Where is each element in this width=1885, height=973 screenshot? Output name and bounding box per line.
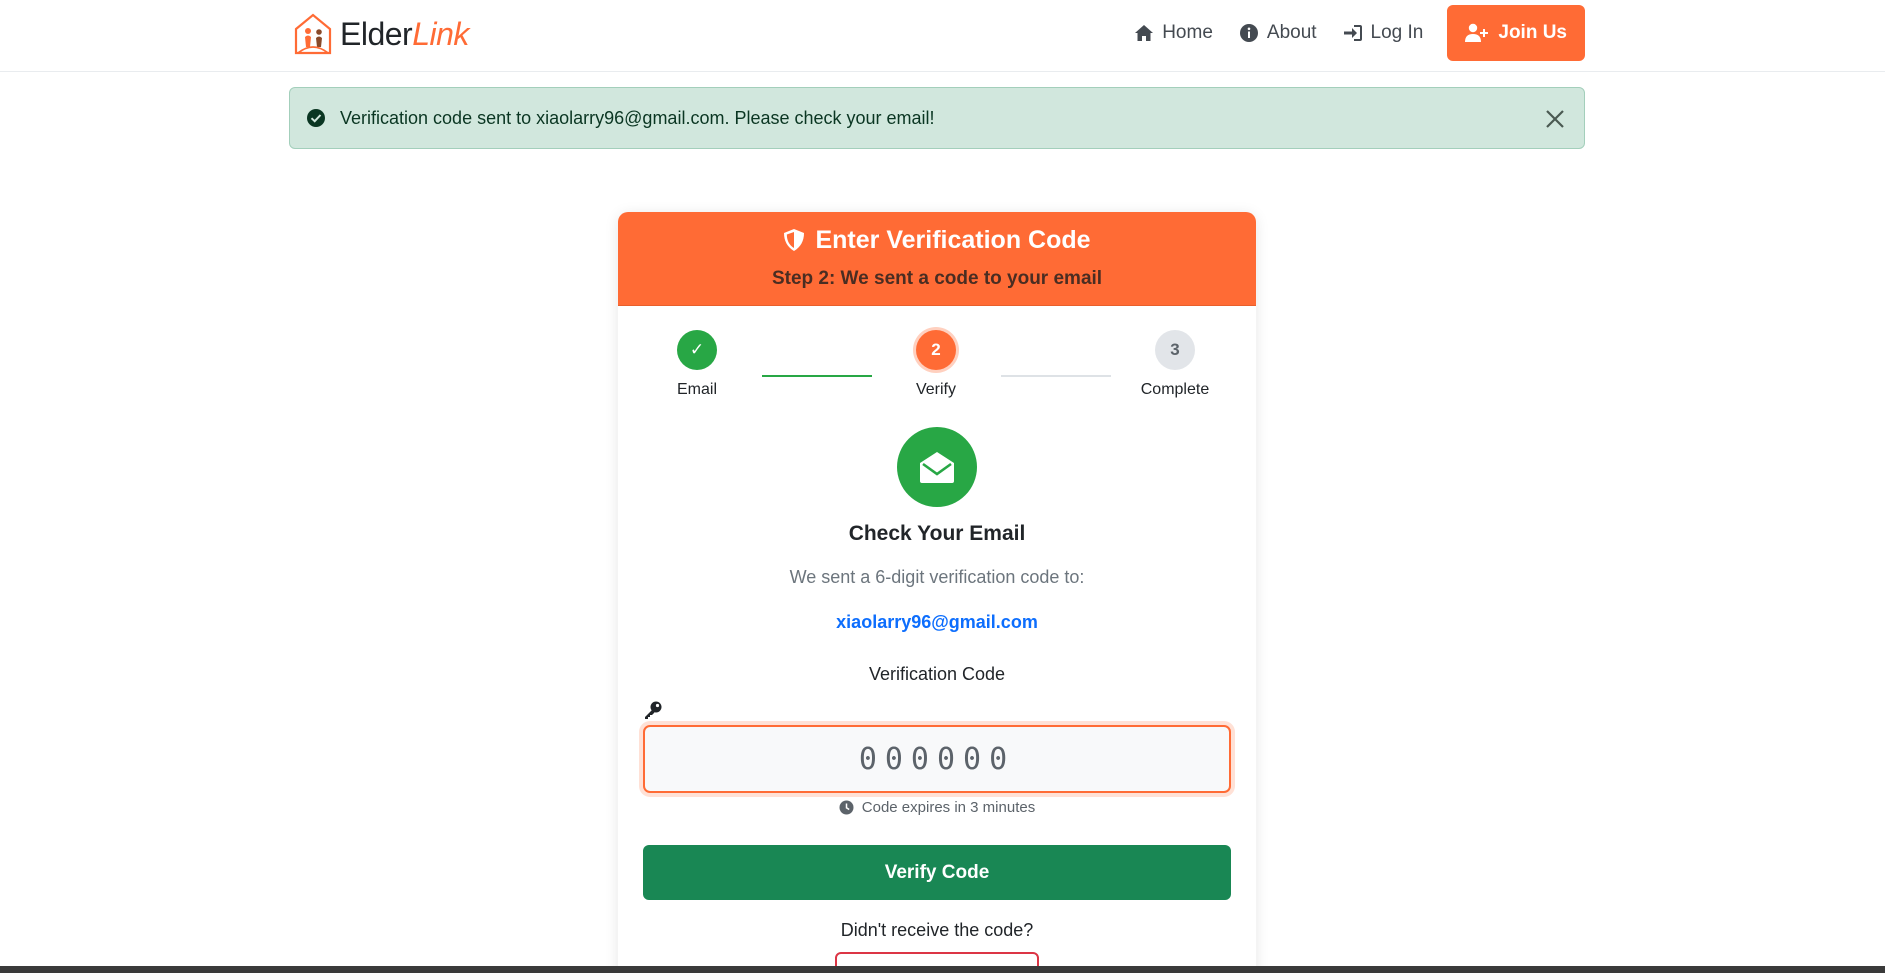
check-circle-icon: [307, 109, 325, 127]
step-complete: 3 Complete: [1115, 330, 1235, 399]
step-complete-circle: 3: [1155, 330, 1195, 370]
code-expiry: Code expires in 3 minutes: [618, 799, 1256, 816]
success-alert: Verification code sent to xiaolarry96@gm…: [289, 87, 1585, 149]
envelope-open-badge: [897, 427, 977, 507]
brand-logo-link[interactable]: ElderLink: [292, 10, 469, 58]
card-header: Enter Verification Code Step 2: We sent …: [618, 212, 1256, 306]
verification-code-label: Verification Code: [868, 664, 1006, 684]
expiry-text: Code expires in 3 minutes: [861, 799, 1036, 816]
sign-in-icon: [1343, 25, 1362, 41]
envelope-open-icon: [920, 452, 954, 483]
home-icon: [1135, 25, 1154, 41]
check-email-title: Check Your Email: [848, 522, 1026, 545]
clock-icon: [839, 800, 854, 815]
step-email: ✓ Email: [637, 330, 757, 399]
taskbar-edge: [0, 966, 1885, 973]
nav-login-label: Log In: [1370, 22, 1424, 43]
nav-about-label: About: [1266, 22, 1317, 43]
card-subtitle: Step 2: We sent a code to your email: [771, 268, 1103, 289]
recipient-email: xiaolarry96@gmail.com: [836, 612, 1038, 632]
key-icon: [645, 701, 662, 719]
nav-home[interactable]: Home: [1121, 5, 1226, 61]
nav-menu: Home About Log In Join Us: [1121, 5, 1585, 61]
verification-code-input[interactable]: [643, 725, 1231, 793]
nav-login[interactable]: Log In: [1330, 5, 1437, 61]
step-email-circle: ✓: [677, 330, 717, 370]
step-verify-label: Verify: [915, 381, 956, 398]
brand-name: ElderLink: [340, 15, 469, 52]
step-email-label: Email: [676, 381, 717, 398]
step-verify: 2 Verify: [876, 330, 996, 399]
join-us-label: Join Us: [1498, 22, 1567, 43]
sent-code-text: We sent a 6-digit verification code to:: [789, 567, 1085, 587]
nav-about[interactable]: About: [1226, 5, 1330, 61]
step-connector-2: [1001, 375, 1111, 377]
step-complete-label: Complete: [1140, 381, 1210, 398]
navbar: ElderLink Home About Log In Join Us: [0, 0, 1885, 72]
card-title: Enter Verification Code: [618, 212, 1256, 258]
verify-code-button[interactable]: Verify Code: [643, 845, 1231, 900]
step-connector-1: [762, 375, 872, 377]
step-verify-circle: 2: [916, 330, 956, 370]
didnt-receive-text: Didn't receive the code?: [840, 920, 1034, 940]
info-circle-icon: [1239, 24, 1258, 42]
alert-close-button[interactable]: [1540, 104, 1570, 134]
close-icon: [1546, 110, 1564, 128]
shield-icon: [784, 229, 805, 251]
elderlink-logo-icon: [294, 13, 332, 55]
alert-message: Verification code sent to xiaolarry96@gm…: [340, 107, 935, 128]
join-us-button[interactable]: Join Us: [1447, 5, 1585, 61]
nav-home-label: Home: [1162, 22, 1213, 43]
user-plus-icon: [1465, 23, 1489, 42]
card-title-text: Enter Verification Code: [815, 225, 1091, 254]
